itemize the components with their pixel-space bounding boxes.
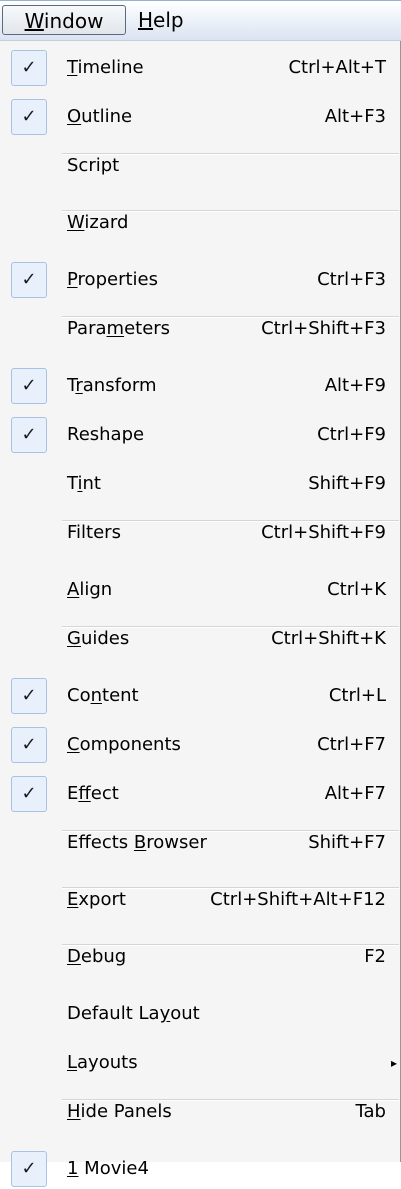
menu-item-label: Default Layout bbox=[67, 1003, 200, 1024]
menu-window[interactable]: Window bbox=[2, 5, 126, 35]
menu-item-shortcut: Ctrl+F9 bbox=[317, 424, 386, 445]
menu-item-shortcut: Ctrl+F3 bbox=[317, 269, 386, 290]
menu-item-label: Outline bbox=[67, 106, 133, 127]
menu-item-debug[interactable]: Debug F2 bbox=[0, 939, 399, 977]
menu-item-properties[interactable]: ✓ Properties Ctrl+F3 bbox=[0, 262, 399, 300]
menu-item-label: Export bbox=[67, 889, 126, 910]
menu-item-shortcut: Ctrl+Shift+K bbox=[271, 628, 386, 649]
menu-item-label: Align bbox=[67, 579, 113, 600]
menu-item-export[interactable]: Export Ctrl+Shift+Alt+F12 bbox=[0, 882, 399, 920]
menu-item-label: Effect bbox=[67, 783, 119, 804]
menu-item-label: Hide Panels bbox=[67, 1101, 172, 1122]
menu-item-filters[interactable]: Filters Ctrl+Shift+F9 bbox=[0, 515, 399, 553]
menu-item-effect[interactable]: ✓ Effect Alt+F7 bbox=[0, 776, 399, 814]
menu-item-shortcut: Alt+F3 bbox=[324, 106, 386, 127]
menu-item-shortcut: Ctrl+Shift+F9 bbox=[261, 522, 386, 543]
checkmark-icon: ✓ bbox=[11, 727, 47, 763]
submenu-arrow-icon: ▸ bbox=[390, 1056, 398, 1070]
checkmark-icon: ✓ bbox=[11, 678, 47, 714]
menu-item-components[interactable]: ✓ Components Ctrl+F7 bbox=[0, 727, 399, 765]
menu-item-reshape[interactable]: ✓ Reshape Ctrl+F9 bbox=[0, 417, 399, 455]
checkmark-icon: ✓ bbox=[11, 50, 47, 86]
checkmark-icon: ✓ bbox=[11, 417, 47, 453]
menu-item-label: Script bbox=[67, 155, 120, 176]
menu-item-shortcut: Ctrl+L bbox=[328, 685, 386, 706]
menu-item-recent-movie4[interactable]: ✓ 1 Movie4 bbox=[0, 1151, 399, 1189]
menu-item-outline[interactable]: ✓ Outline Alt+F3 bbox=[0, 99, 399, 137]
menu-item-wizard[interactable]: Wizard bbox=[0, 205, 399, 243]
menu-item-label: Wizard bbox=[67, 212, 129, 233]
menu-help[interactable]: Help bbox=[132, 5, 190, 35]
menu-item-shortcut: Ctrl+Shift+Alt+F12 bbox=[210, 889, 386, 910]
menu-item-guides[interactable]: Guides Ctrl+Shift+K bbox=[0, 621, 399, 659]
menu-item-label: Parameters bbox=[67, 318, 171, 339]
menu-item-align[interactable]: Align Ctrl+K bbox=[0, 572, 399, 610]
checkmark-icon: ✓ bbox=[11, 1151, 47, 1187]
menu-item-label: Reshape bbox=[67, 424, 145, 445]
menu-item-label: Timeline bbox=[67, 57, 144, 78]
window-dropdown-menu: ✓ Timeline Ctrl+Alt+T ✓ Outline Alt+F3 Script W… bbox=[0, 41, 401, 1187]
checkmark-icon: ✓ bbox=[11, 262, 47, 298]
menu-item-shortcut: F2 bbox=[364, 946, 386, 967]
menu-item-label: Content bbox=[67, 685, 139, 706]
menu-item-shortcut: Shift+F7 bbox=[308, 832, 386, 853]
menu-item-hide-panels[interactable]: Hide Panels Tab bbox=[0, 1094, 399, 1132]
menu-item-shortcut: Ctrl+Alt+T bbox=[288, 57, 386, 78]
menu-item-label: Filters bbox=[67, 522, 121, 543]
menu-item-shortcut: Ctrl+Shift+F3 bbox=[261, 318, 386, 339]
menu-item-content[interactable]: ✓ Content Ctrl+L bbox=[0, 678, 399, 716]
menu-item-label: Effects Browser bbox=[67, 832, 207, 853]
menu-item-label: Components bbox=[67, 734, 181, 755]
menu-item-shortcut: Tab bbox=[355, 1101, 386, 1122]
menu-bar: Window Help bbox=[0, 0, 401, 41]
menu-item-label: Layouts bbox=[67, 1052, 138, 1073]
menu-item-layouts[interactable]: Layouts ▸ bbox=[0, 1045, 399, 1083]
menu-item-label: Debug bbox=[67, 946, 127, 967]
menu-item-shortcut: Ctrl+K bbox=[327, 579, 386, 600]
menu-item-transform[interactable]: ✓ Transform Alt+F9 bbox=[0, 368, 399, 406]
menu-item-shortcut: Alt+F7 bbox=[324, 783, 386, 804]
menu-item-label: Transform bbox=[67, 375, 157, 396]
menu-item-label: Tint bbox=[67, 473, 101, 494]
checkmark-icon: ✓ bbox=[11, 776, 47, 812]
menu-item-label: Guides bbox=[67, 628, 130, 649]
checkmark-icon: ✓ bbox=[11, 368, 47, 404]
menu-help-label: Help bbox=[138, 8, 184, 32]
menu-window-label: Window bbox=[24, 9, 104, 33]
menu-item-shortcut: Shift+F9 bbox=[308, 473, 386, 494]
menu-item-shortcut: Ctrl+F7 bbox=[317, 734, 386, 755]
menu-item-shortcut: Alt+F9 bbox=[324, 375, 386, 396]
menu-item-tint[interactable]: Tint Shift+F9 bbox=[0, 466, 399, 504]
menu-item-script[interactable]: Script bbox=[0, 148, 399, 186]
menu-item-effects-browser[interactable]: Effects Browser Shift+F7 bbox=[0, 825, 399, 863]
menu-item-timeline[interactable]: ✓ Timeline Ctrl+Alt+T bbox=[0, 50, 399, 88]
checkmark-icon: ✓ bbox=[11, 99, 47, 135]
menu-item-label: 1 Movie4 bbox=[67, 1158, 149, 1179]
menu-item-label: Properties bbox=[67, 269, 158, 290]
menu-item-default-layout[interactable]: Default Layout bbox=[0, 996, 399, 1034]
menu-item-parameters[interactable]: Parameters Ctrl+Shift+F3 bbox=[0, 311, 399, 349]
